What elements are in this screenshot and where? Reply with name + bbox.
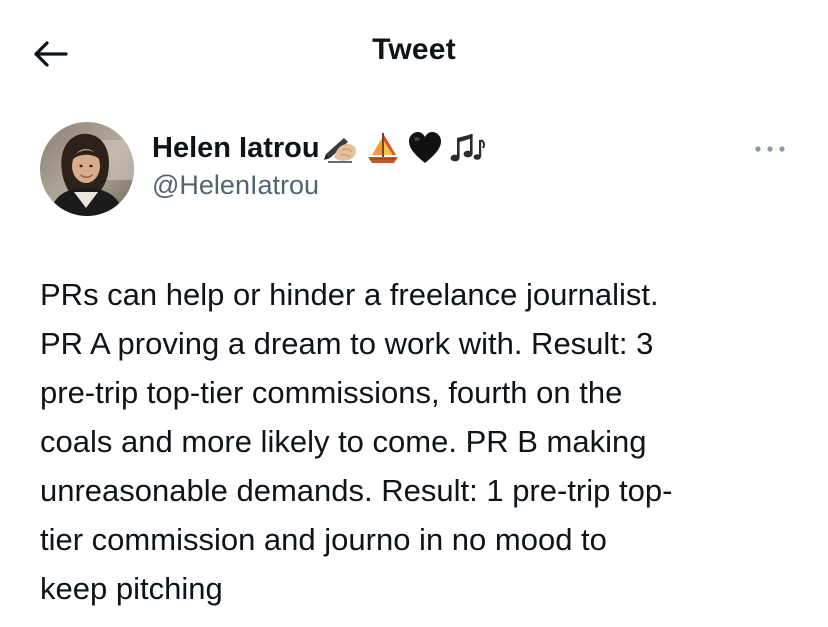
avatar[interactable] <box>40 122 134 216</box>
tweet-text-line: unreasonable demands. Result: 1 pre-trip… <box>40 473 673 508</box>
more-horizontal-icon <box>755 146 785 152</box>
tweet-author: Helen Iatrou @HelenIatrou <box>40 120 800 220</box>
tweet-text-line: PR A proving a dream to work with. Resul… <box>40 326 654 361</box>
name-emojis <box>322 130 490 166</box>
tweet-text-line: PRs can help or hinder a freelance journ… <box>40 277 659 312</box>
tweet-text-line: coals and more likely to come. PR B maki… <box>40 424 647 459</box>
tweet-detail-screen: Tweet Helen Iatrou @HelenIatrou PRs can … <box>0 0 828 627</box>
tweet-text-line: keep pitching <box>40 571 223 606</box>
top-bar: Tweet <box>0 0 828 100</box>
tweet-text-line: tier commission and journo in no mood to <box>40 522 607 557</box>
musical-notes-emoji <box>450 134 485 162</box>
author-handle[interactable]: @HelenIatrou <box>152 170 319 201</box>
tweet-text-line: pre-trip top-tier commissions, fourth on… <box>40 375 623 410</box>
page-title: Tweet <box>372 33 456 66</box>
tweet-text: PRs can help or hinder a freelance journ… <box>40 270 780 613</box>
author-name: Helen Iatrou <box>152 131 320 164</box>
more-options-button[interactable] <box>748 134 792 164</box>
avatar-photo <box>40 122 134 216</box>
sailboat-emoji <box>367 133 398 163</box>
black-heart-emoji <box>408 132 441 163</box>
author-name-row[interactable]: Helen Iatrou <box>152 128 490 168</box>
writing-hand-emoji <box>323 138 356 163</box>
